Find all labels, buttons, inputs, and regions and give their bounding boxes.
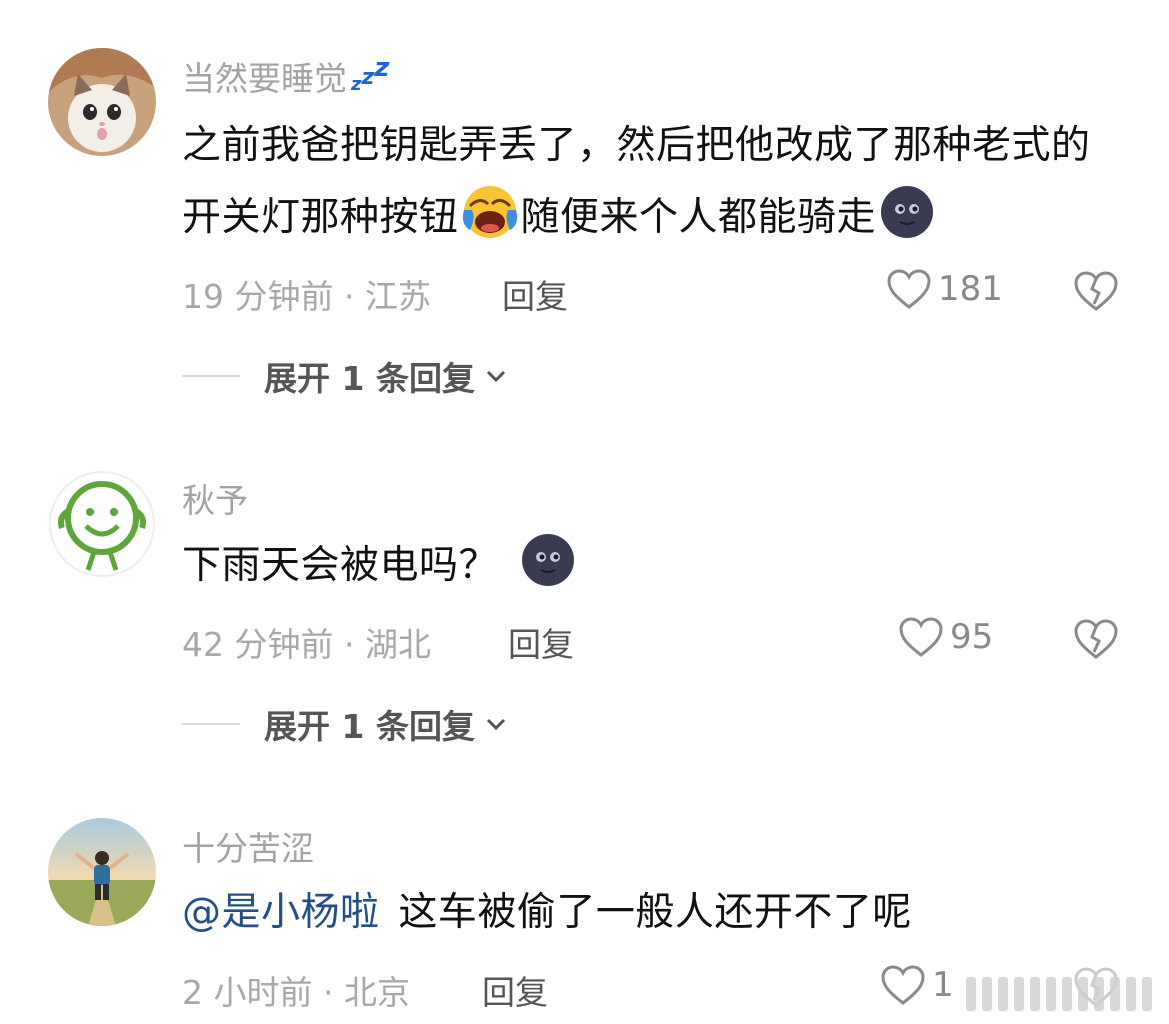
heart-outline-icon <box>887 269 931 309</box>
avatar-smiley[interactable] <box>48 470 156 578</box>
comment-text: 之前我爸把钥匙弄丢了，然后把他改成了那种老式的开关灯那种按钮 随便来个人都能骑走 <box>182 110 1122 254</box>
chevron-down-icon <box>486 718 506 731</box>
chevron-down-icon <box>486 370 506 383</box>
location: 北京 <box>343 973 410 1012</box>
heart-outline-icon <box>881 965 925 1005</box>
username[interactable]: 秋予 <box>182 474 248 522</box>
expand-replies-label: 展开 1 条回复 <box>264 707 475 746</box>
new-moon-face-emoji-icon <box>881 186 934 238</box>
username-text[interactable]: 当然要睡觉 <box>182 59 347 98</box>
divider-line <box>182 723 240 725</box>
like-button[interactable]: 95 <box>898 616 993 658</box>
reply-button[interactable]: 回复 <box>482 966 548 1014</box>
expand-replies-button[interactable]: 展开 1 条回复 <box>182 352 509 400</box>
username[interactable]: 十分苦涩 <box>182 822 314 870</box>
timestamp: 42 分钟前 <box>182 625 334 664</box>
comment-text: 下雨天会被电吗？ <box>182 530 1122 602</box>
meta-separator: · <box>312 973 344 1012</box>
divider-line <box>182 375 240 377</box>
username[interactable]: 当然要睡觉 zzz <box>182 52 389 100</box>
zzz-badge-icon: zzz <box>351 53 390 95</box>
comment-text-part: 下雨天会被电吗？ <box>182 543 499 588</box>
broken-heart-icon[interactable] <box>1073 270 1119 312</box>
location: 湖北 <box>364 625 431 664</box>
like-button[interactable]: 1 <box>880 964 954 1006</box>
like-count: 95 <box>950 617 994 657</box>
broken-heart-icon[interactable] <box>1073 618 1119 660</box>
mention-link[interactable]: @是小杨啦 <box>182 890 380 935</box>
comment-meta: 42 分钟前 · 湖北 <box>182 618 431 666</box>
comment-text-part: 随便来个人都能骑走 <box>520 195 877 240</box>
location: 江苏 <box>364 277 431 316</box>
like-count: 181 <box>938 269 1003 309</box>
expand-replies-button[interactable]: 展开 1 条回复 <box>182 700 509 748</box>
meta-separator: · <box>333 277 365 316</box>
expand-replies-label: 展开 1 条回复 <box>264 359 475 398</box>
comment-meta: 2 小时前 · 北京 <box>182 966 410 1014</box>
timestamp: 19 分钟前 <box>182 277 334 316</box>
laughing-crying-emoji-icon <box>462 186 517 238</box>
heart-outline-icon <box>899 617 943 657</box>
watermark-overlay <box>960 965 1169 1024</box>
like-button[interactable]: 181 <box>886 268 1003 310</box>
timestamp: 2 小时前 <box>182 973 313 1012</box>
meta-separator: · <box>333 625 365 664</box>
new-moon-face-emoji-icon <box>522 534 575 586</box>
like-count: 1 <box>932 965 954 1005</box>
avatar-cat[interactable] <box>48 48 156 156</box>
comment-meta: 19 分钟前 · 江苏 <box>182 270 431 318</box>
comment-text-part: 这车被偷了一般人还开不了呢 <box>398 890 912 935</box>
reply-button[interactable]: 回复 <box>508 618 574 666</box>
comment-text: @是小杨啦 这车被偷了一般人还开不了呢 <box>182 877 1122 949</box>
reply-button[interactable]: 回复 <box>502 270 568 318</box>
avatar-person-field[interactable] <box>48 818 156 926</box>
